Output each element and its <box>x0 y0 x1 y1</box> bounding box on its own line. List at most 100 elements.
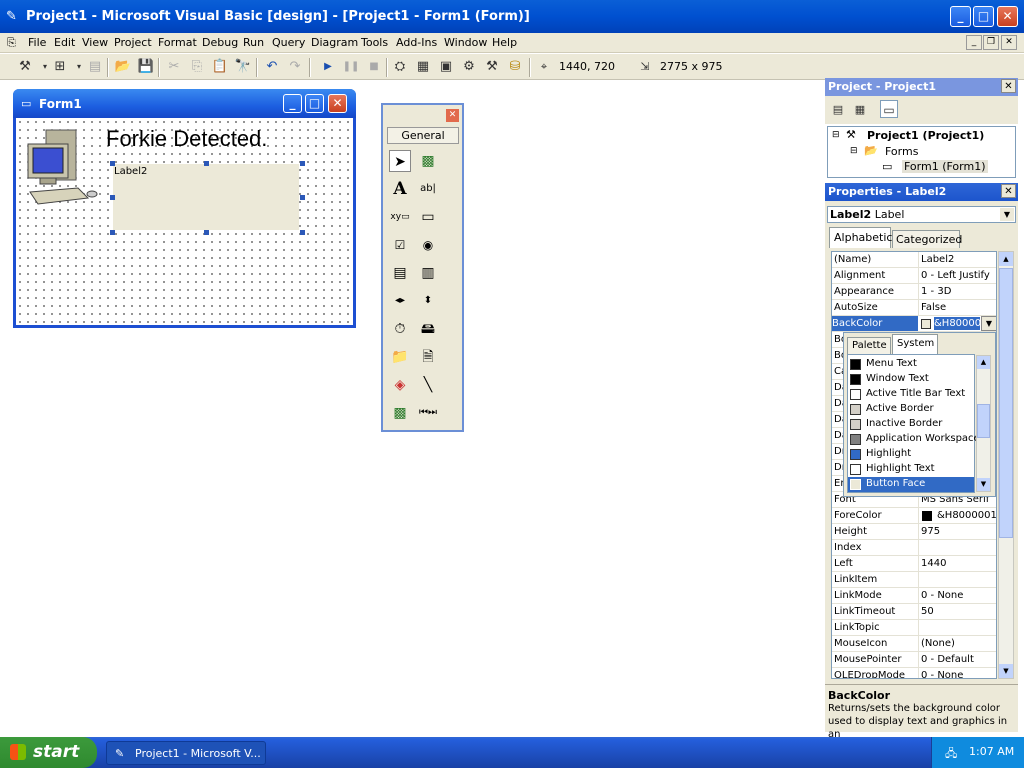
resize-handle[interactable] <box>110 161 115 166</box>
resize-handle[interactable] <box>300 230 305 235</box>
form1-client-area[interactable]: Forkie Detected. Label2 <box>16 118 353 325</box>
cut-icon[interactable]: ✂ <box>165 58 183 76</box>
project-explorer-icon[interactable]: ⛭ <box>391 58 409 76</box>
listbox-icon[interactable]: ▥ <box>417 262 439 284</box>
menu-editor-icon[interactable]: ▤ <box>86 58 104 76</box>
taskbar-item-vb[interactable]: ✎ Project1 - Microsoft V... <box>106 741 266 765</box>
menu-window[interactable]: Window <box>444 36 487 49</box>
commandbutton-icon[interactable]: ▭ <box>417 206 439 228</box>
open-folder-icon[interactable]: 📂 <box>114 58 132 76</box>
tree-item-form1[interactable]: Form1 (Form1) <box>902 160 988 173</box>
menu-debug[interactable]: Debug <box>202 36 238 49</box>
mdi-close-button[interactable]: ✕ <box>1001 35 1017 50</box>
form-maximize-button[interactable]: □ <box>305 94 324 113</box>
properties-scrollbar[interactable]: ▲ ▼ <box>998 251 1014 679</box>
menu-file[interactable]: File <box>28 36 46 49</box>
property-row[interactable]: MouseIcon (None) <box>832 636 996 652</box>
form-layout-icon[interactable]: ▣ <box>437 58 455 76</box>
property-value[interactable]: 1440 <box>918 556 996 572</box>
end-icon[interactable]: ■ <box>365 58 383 76</box>
view-object-icon[interactable]: ▦ <box>851 101 869 119</box>
undo-icon[interactable]: ↶ <box>263 58 281 76</box>
computer-image[interactable] <box>24 126 100 214</box>
tree-collapse-icon[interactable]: ⊟ <box>850 146 858 156</box>
line-icon[interactable]: ╲ <box>417 374 439 396</box>
scrollbar-thumb[interactable] <box>977 404 990 438</box>
property-value[interactable]: 0 - None <box>918 588 996 604</box>
property-row[interactable]: LinkTopic <box>832 620 996 636</box>
property-value[interactable]: 975 <box>918 524 996 540</box>
tab-system[interactable]: System <box>892 334 938 354</box>
tree-item-project1[interactable]: Project1 (Project1) <box>867 129 984 142</box>
mdi-minimize-button[interactable]: _ <box>966 35 982 50</box>
label-tool-icon[interactable]: A <box>389 178 411 200</box>
system-color-item[interactable]: Active Border <box>848 402 976 417</box>
property-value[interactable]: 0 - Left Justify <box>918 268 996 284</box>
resize-handle[interactable] <box>204 161 209 166</box>
scroll-down-icon[interactable]: ▼ <box>999 664 1013 678</box>
menu-diagram[interactable]: Diagram <box>311 36 358 49</box>
drivelistbox-icon[interactable]: 🖴 <box>417 318 439 340</box>
filelistbox-icon[interactable]: 🗎 <box>417 346 439 368</box>
scroll-up-icon[interactable]: ▲ <box>999 252 1013 266</box>
hscrollbar-icon[interactable]: ◂▸ <box>389 290 411 312</box>
label2-control[interactable]: Label2 <box>113 164 299 230</box>
picturebox-icon[interactable]: ▩ <box>417 150 439 172</box>
toolbox-tab-general[interactable]: General <box>387 127 459 144</box>
data-view-icon[interactable]: ⛁ <box>506 58 524 76</box>
mdi-restore-button[interactable]: ❐ <box>983 35 999 50</box>
toggle-folders-icon[interactable]: ▭ <box>880 100 898 118</box>
redo-icon[interactable]: ↷ <box>286 58 304 76</box>
data-control-icon[interactable]: ⏮⏭ <box>417 402 439 424</box>
tree-collapse-icon[interactable]: ⊟ <box>832 130 840 140</box>
network-icon[interactable]: 🖧 <box>945 745 957 764</box>
chevron-down-icon[interactable]: ▼ <box>981 316 996 331</box>
clock[interactable]: 1:07 AM <box>969 745 1014 758</box>
resize-handle[interactable] <box>204 230 209 235</box>
property-row[interactable]: LinkTimeout 50 <box>832 604 996 620</box>
system-color-item[interactable]: Highlight Text <box>848 462 976 477</box>
system-color-item[interactable]: Inactive Border <box>848 417 976 432</box>
property-value[interactable] <box>918 620 996 636</box>
image-icon[interactable]: ▩ <box>389 402 411 424</box>
properties-pane-close-button[interactable]: ✕ <box>1001 184 1016 198</box>
property-row[interactable]: MousePointer 0 - Default <box>832 652 996 668</box>
property-value[interactable]: 0 - Default <box>918 652 996 668</box>
scroll-up-icon[interactable]: ▲ <box>977 356 990 369</box>
timer-icon[interactable]: ⏱ <box>389 318 411 340</box>
property-value[interactable] <box>918 540 996 556</box>
properties-window-icon[interactable]: ▦ <box>414 58 432 76</box>
start-button[interactable]: start <box>0 737 97 768</box>
property-row[interactable]: AutoSize False <box>832 300 996 316</box>
menu-help[interactable]: Help <box>492 36 517 49</box>
menu-view[interactable]: View <box>82 36 108 49</box>
resize-handle[interactable] <box>110 195 115 200</box>
form-close-button[interactable]: ✕ <box>328 94 347 113</box>
menu-project[interactable]: Project <box>114 36 152 49</box>
system-color-item[interactable]: Active Title Bar Text <box>848 387 976 402</box>
resize-handle[interactable] <box>300 195 305 200</box>
property-row[interactable]: Alignment 0 - Left Justify <box>832 268 996 284</box>
menu-edit[interactable]: Edit <box>54 36 75 49</box>
combobox-icon[interactable]: ▤ <box>389 262 411 284</box>
property-row[interactable]: LinkMode 0 - None <box>832 588 996 604</box>
optionbutton-icon[interactable]: ◉ <box>417 234 439 256</box>
property-row[interactable]: LinkItem <box>832 572 996 588</box>
menu-query[interactable]: Query <box>272 36 305 49</box>
form1-designer[interactable]: ▭ Form1 _ □ ✕ Forkie Detected. Label2 <box>13 89 356 328</box>
property-value[interactable]: &H80000012& <box>918 508 996 524</box>
textbox-icon[interactable]: ab| <box>417 178 439 200</box>
menu-format[interactable]: Format <box>158 36 197 49</box>
system-color-item-selected[interactable]: Button Face <box>848 477 974 492</box>
property-value[interactable]: 50 <box>918 604 996 620</box>
vscrollbar-icon[interactable]: ⬍ <box>417 290 439 312</box>
menu-run[interactable]: Run <box>243 36 264 49</box>
property-row[interactable]: Left 1440 <box>832 556 996 572</box>
checkbox-icon[interactable]: ☑ <box>389 234 411 256</box>
dropdown-scrollbar[interactable]: ▲ ▼ <box>976 355 991 492</box>
resize-handle[interactable] <box>300 161 305 166</box>
property-value[interactable]: (None) <box>918 636 996 652</box>
scrollbar-thumb[interactable] <box>999 268 1013 538</box>
form-heading-label[interactable]: Forkie Detected. <box>106 126 267 152</box>
view-code-icon[interactable]: ▤ <box>829 101 847 119</box>
